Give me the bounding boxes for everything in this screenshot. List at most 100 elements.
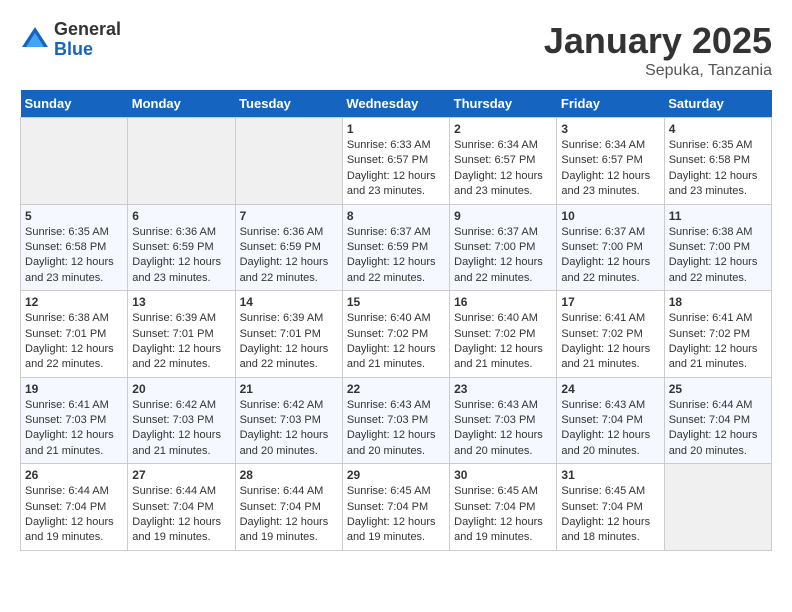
calendar-cell: 17 Sunrise: 6:41 AM Sunset: 7:02 PM Dayl… [557,291,664,378]
daylight-label: Daylight: 12 hours and 22 minutes. [454,256,543,283]
day-number: 29 [347,468,445,482]
daylight-label: Daylight: 12 hours and 21 minutes. [454,343,543,370]
daylight-label: Daylight: 12 hours and 22 minutes. [25,343,114,370]
daylight-label: Daylight: 12 hours and 19 minutes. [132,516,221,543]
day-number: 10 [561,209,659,223]
sunset-label: Sunset: 6:57 PM [454,154,535,166]
logo-blue: Blue [54,40,121,60]
day-number: 26 [25,468,123,482]
sunrise-label: Sunrise: 6:34 AM [561,139,645,151]
calendar-cell: 23 Sunrise: 6:43 AM Sunset: 7:03 PM Dayl… [450,377,557,464]
sunset-label: Sunset: 7:01 PM [25,328,106,340]
calendar-week-row: 1 Sunrise: 6:33 AM Sunset: 6:57 PM Dayli… [21,118,772,205]
day-number: 8 [347,209,445,223]
sunrise-label: Sunrise: 6:35 AM [25,226,109,238]
day-number: 27 [132,468,230,482]
day-info: Sunrise: 6:41 AM Sunset: 7:02 PM Dayligh… [561,311,659,373]
daylight-label: Daylight: 12 hours and 23 minutes. [454,170,543,197]
day-info: Sunrise: 6:38 AM Sunset: 7:00 PM Dayligh… [669,225,767,287]
daylight-label: Daylight: 12 hours and 19 minutes. [347,516,436,543]
calendar-cell: 29 Sunrise: 6:45 AM Sunset: 7:04 PM Dayl… [342,464,449,551]
sunrise-label: Sunrise: 6:38 AM [669,226,753,238]
day-info: Sunrise: 6:35 AM Sunset: 6:58 PM Dayligh… [669,138,767,200]
sunrise-label: Sunrise: 6:37 AM [561,226,645,238]
calendar-cell: 18 Sunrise: 6:41 AM Sunset: 7:02 PM Dayl… [664,291,771,378]
sunrise-label: Sunrise: 6:41 AM [669,312,753,324]
sunset-label: Sunset: 7:03 PM [347,414,428,426]
sunset-label: Sunset: 7:03 PM [240,414,321,426]
day-number: 19 [25,382,123,396]
sunrise-label: Sunrise: 6:44 AM [669,399,753,411]
sunset-label: Sunset: 7:04 PM [669,414,750,426]
calendar-cell: 2 Sunrise: 6:34 AM Sunset: 6:57 PM Dayli… [450,118,557,205]
calendar-cell: 28 Sunrise: 6:44 AM Sunset: 7:04 PM Dayl… [235,464,342,551]
calendar-cell: 10 Sunrise: 6:37 AM Sunset: 7:00 PM Dayl… [557,204,664,291]
sunrise-label: Sunrise: 6:39 AM [132,312,216,324]
sunset-label: Sunset: 7:02 PM [669,328,750,340]
day-info: Sunrise: 6:40 AM Sunset: 7:02 PM Dayligh… [454,311,552,373]
sunrise-label: Sunrise: 6:37 AM [454,226,538,238]
calendar-cell: 26 Sunrise: 6:44 AM Sunset: 7:04 PM Dayl… [21,464,128,551]
day-info: Sunrise: 6:38 AM Sunset: 7:01 PM Dayligh… [25,311,123,373]
calendar-week-row: 26 Sunrise: 6:44 AM Sunset: 7:04 PM Dayl… [21,464,772,551]
sunrise-label: Sunrise: 6:45 AM [561,485,645,497]
sunrise-label: Sunrise: 6:38 AM [25,312,109,324]
day-info: Sunrise: 6:43 AM Sunset: 7:03 PM Dayligh… [347,398,445,460]
day-number: 23 [454,382,552,396]
day-number: 11 [669,209,767,223]
logo-general: General [54,20,121,40]
day-number: 12 [25,295,123,309]
weekday-header: Tuesday [235,90,342,118]
day-number: 22 [347,382,445,396]
sunset-label: Sunset: 7:03 PM [454,414,535,426]
sunset-label: Sunset: 7:04 PM [561,414,642,426]
calendar-cell: 7 Sunrise: 6:36 AM Sunset: 6:59 PM Dayli… [235,204,342,291]
day-number: 28 [240,468,338,482]
daylight-label: Daylight: 12 hours and 22 minutes. [669,256,758,283]
daylight-label: Daylight: 12 hours and 19 minutes. [454,516,543,543]
calendar-cell [664,464,771,551]
daylight-label: Daylight: 12 hours and 22 minutes. [132,343,221,370]
daylight-label: Daylight: 12 hours and 20 minutes. [240,429,329,456]
day-info: Sunrise: 6:43 AM Sunset: 7:03 PM Dayligh… [454,398,552,460]
calendar-cell: 5 Sunrise: 6:35 AM Sunset: 6:58 PM Dayli… [21,204,128,291]
weekday-header: Monday [128,90,235,118]
weekday-header: Saturday [664,90,771,118]
calendar-cell: 1 Sunrise: 6:33 AM Sunset: 6:57 PM Dayli… [342,118,449,205]
daylight-label: Daylight: 12 hours and 23 minutes. [132,256,221,283]
sunset-label: Sunset: 7:03 PM [25,414,106,426]
daylight-label: Daylight: 12 hours and 19 minutes. [240,516,329,543]
calendar-cell: 6 Sunrise: 6:36 AM Sunset: 6:59 PM Dayli… [128,204,235,291]
day-number: 9 [454,209,552,223]
calendar-cell [21,118,128,205]
daylight-label: Daylight: 12 hours and 23 minutes. [25,256,114,283]
daylight-label: Daylight: 12 hours and 20 minutes. [347,429,436,456]
calendar-cell: 27 Sunrise: 6:44 AM Sunset: 7:04 PM Dayl… [128,464,235,551]
sunrise-label: Sunrise: 6:44 AM [240,485,324,497]
day-info: Sunrise: 6:39 AM Sunset: 7:01 PM Dayligh… [132,311,230,373]
sunset-label: Sunset: 7:02 PM [561,328,642,340]
sunrise-label: Sunrise: 6:45 AM [347,485,431,497]
calendar-cell: 3 Sunrise: 6:34 AM Sunset: 6:57 PM Dayli… [557,118,664,205]
day-info: Sunrise: 6:33 AM Sunset: 6:57 PM Dayligh… [347,138,445,200]
day-number: 13 [132,295,230,309]
daylight-label: Daylight: 12 hours and 21 minutes. [347,343,436,370]
day-info: Sunrise: 6:44 AM Sunset: 7:04 PM Dayligh… [132,484,230,546]
day-info: Sunrise: 6:44 AM Sunset: 7:04 PM Dayligh… [240,484,338,546]
weekday-header: Sunday [21,90,128,118]
day-number: 4 [669,122,767,136]
sunrise-label: Sunrise: 6:41 AM [25,399,109,411]
day-info: Sunrise: 6:41 AM Sunset: 7:03 PM Dayligh… [25,398,123,460]
day-number: 2 [454,122,552,136]
day-number: 30 [454,468,552,482]
calendar-cell: 25 Sunrise: 6:44 AM Sunset: 7:04 PM Dayl… [664,377,771,464]
sunset-label: Sunset: 7:04 PM [561,501,642,513]
sunset-label: Sunset: 6:59 PM [132,241,213,253]
calendar-week-row: 5 Sunrise: 6:35 AM Sunset: 6:58 PM Dayli… [21,204,772,291]
sunset-label: Sunset: 6:57 PM [347,154,428,166]
sunset-label: Sunset: 7:00 PM [561,241,642,253]
day-number: 21 [240,382,338,396]
sunrise-label: Sunrise: 6:36 AM [240,226,324,238]
day-number: 20 [132,382,230,396]
day-number: 14 [240,295,338,309]
